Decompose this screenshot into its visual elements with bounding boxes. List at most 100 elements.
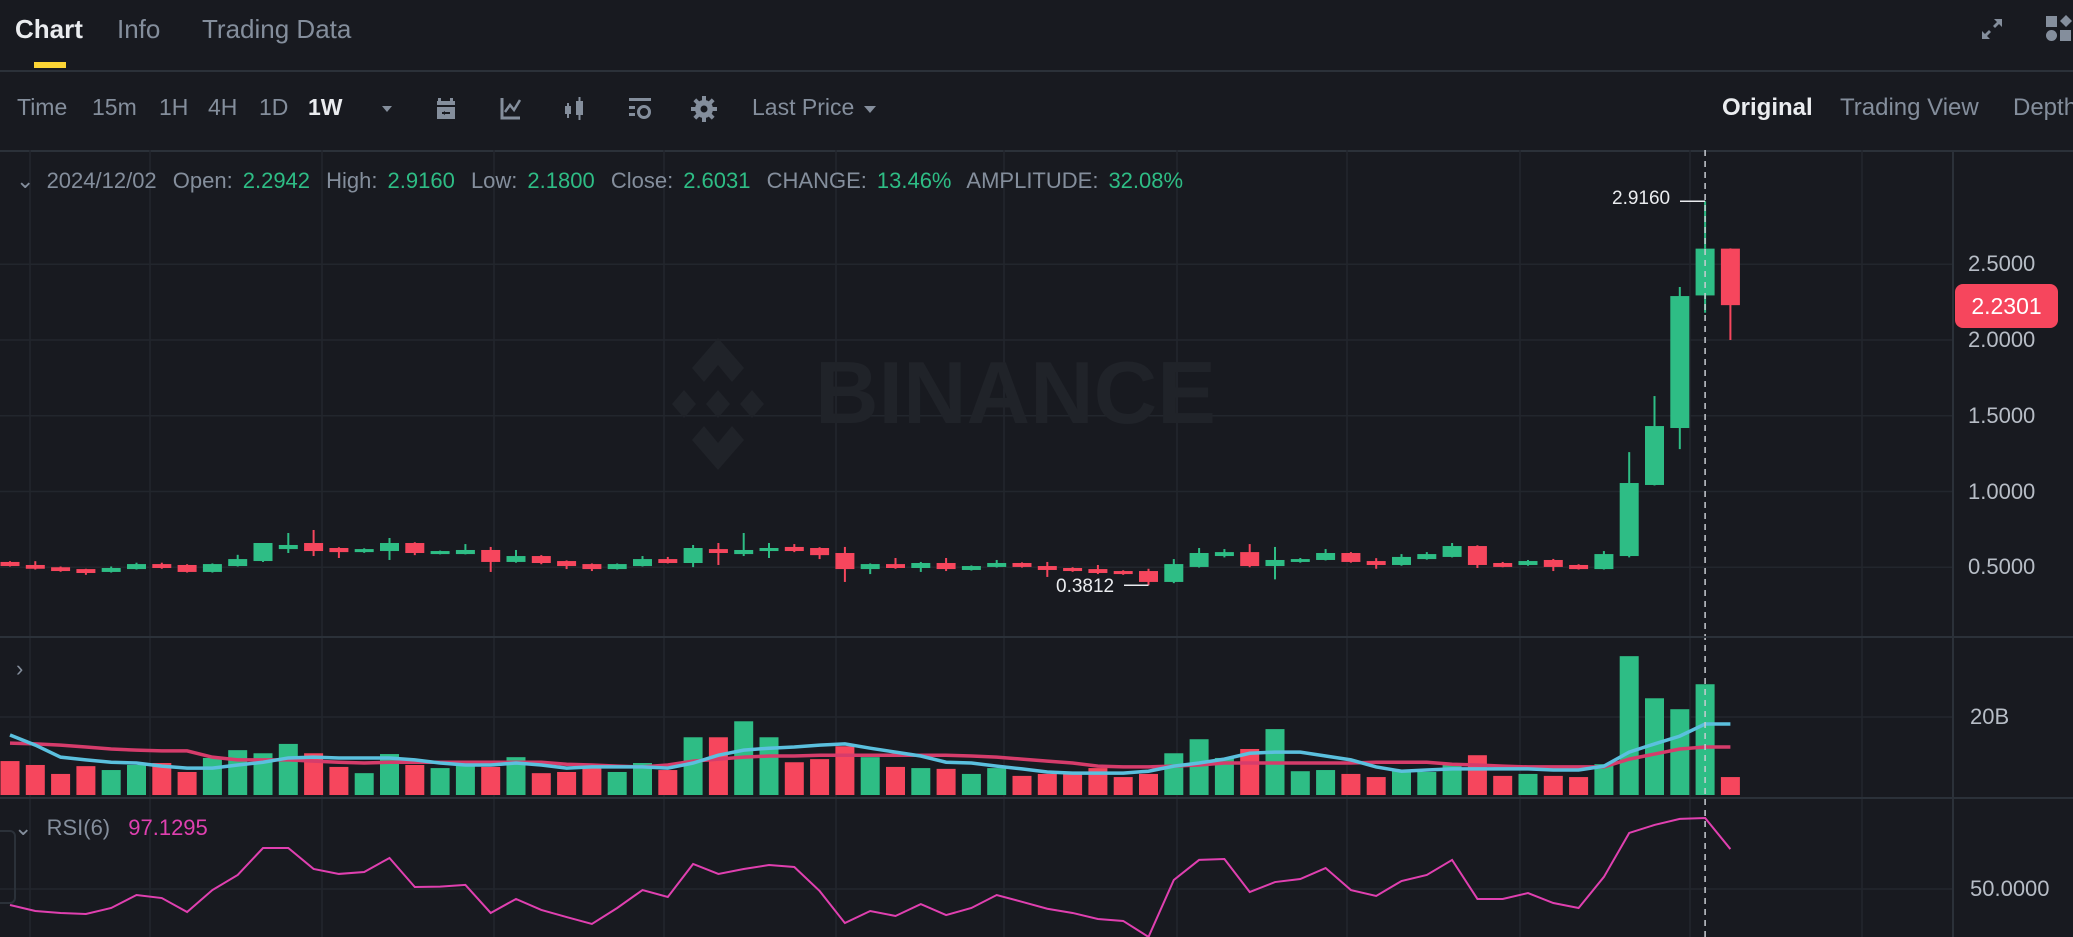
open-value: 2.2942: [242, 168, 311, 193]
volume-bar: [1366, 777, 1386, 795]
volume-bar: [1290, 771, 1310, 795]
volume-bar: [1493, 775, 1513, 795]
volume-bar: [987, 768, 1007, 795]
volume-bar: [51, 773, 71, 795]
volume-bar: [759, 737, 779, 795]
volume-bar: [405, 764, 425, 795]
binance-watermark: BINANCE: [672, 338, 1216, 470]
candle-body: [734, 549, 754, 555]
change-value: 13.46%: [876, 168, 952, 193]
volume-bar: [1720, 777, 1740, 795]
change-label: CHANGE:: [766, 168, 867, 193]
candle-body: [911, 563, 931, 569]
volume-bar: [1037, 773, 1057, 795]
candle-body: [506, 556, 526, 562]
candle-body: [51, 567, 71, 572]
candle-body: [1037, 566, 1057, 570]
candle-body: [961, 566, 981, 570]
candle-body: [557, 561, 577, 567]
candle-body: [1341, 553, 1361, 562]
candle-body: [658, 559, 678, 564]
rsi-legend: ⌄ RSI(6) 97.1295: [14, 815, 208, 841]
rsi-line: [9, 817, 1732, 937]
candle-body: [1720, 248, 1740, 306]
candle-body: [1493, 563, 1513, 567]
price-tick: 1.5000: [1968, 403, 2036, 428]
candle-body: [329, 548, 349, 553]
volume-bar: [860, 757, 880, 795]
candle-body: [1417, 554, 1437, 560]
candle-body: [1214, 552, 1234, 557]
volume-bar: [1392, 770, 1411, 795]
side-panel-handle[interactable]: [0, 830, 16, 904]
last-price-tag: 2.2301: [1955, 284, 2058, 328]
min-price-annotation: 0.3812: [1056, 576, 1115, 597]
candle-body: [177, 564, 197, 572]
candle-body: [1543, 559, 1563, 567]
volume-bar: [354, 773, 374, 795]
volume-bar: [1569, 777, 1589, 795]
volume-bar: [683, 737, 703, 795]
volume-bar: [127, 764, 146, 795]
candle-body: [0, 561, 20, 567]
candle-body: [860, 564, 880, 570]
rsi-value: 97.1295: [128, 815, 208, 840]
candle-date: 2024/12/02: [46, 168, 157, 193]
candle-body: [1240, 552, 1260, 567]
expand-volume-legend-icon[interactable]: ›: [16, 656, 23, 682]
price-tick: 0.5000: [1968, 554, 2036, 579]
volume-bar: [278, 743, 298, 795]
volume-bar: [961, 773, 981, 795]
candle-body: [354, 549, 374, 553]
collapse-legend-icon[interactable]: ⌄: [16, 168, 34, 193]
candle-body: [202, 564, 222, 572]
candle-body: [1645, 426, 1664, 485]
volume-bar: [1619, 656, 1639, 795]
candle-body: [1113, 571, 1133, 575]
candle-body: [1619, 483, 1639, 557]
candle-body: [253, 543, 273, 562]
watermark-text: BINANCE: [815, 343, 1216, 442]
volume-bar: [1113, 777, 1133, 795]
candle-body: [1518, 561, 1538, 565]
candle-body: [1290, 559, 1310, 562]
close-label: Close:: [610, 168, 674, 193]
volume-bar: [886, 766, 905, 795]
volume-bar: [101, 770, 121, 795]
volume-bar: [1417, 771, 1437, 795]
price-tick: 2.0000: [1968, 327, 2036, 352]
volume-bar: [202, 757, 222, 795]
candle-body: [152, 564, 172, 569]
candle-body: [1569, 564, 1589, 570]
open-label: Open:: [172, 168, 233, 193]
volume-bar: [557, 771, 577, 795]
candle-body: [127, 564, 146, 570]
candle-body: [25, 564, 45, 569]
rsi-label: RSI(6): [46, 815, 111, 840]
candle-body: [1265, 559, 1285, 567]
volume-bar: [481, 766, 501, 795]
price-chart[interactable]: BINANCE: [0, 0, 2073, 937]
candle-body: [278, 544, 298, 550]
ohlc-legend: ⌄ 2024/12/02 Open: 2.2942 High: 2.9160 Low…: [16, 168, 1193, 194]
candle-body: [1012, 563, 1032, 567]
candle-body: [1316, 553, 1336, 560]
volume-bar: [936, 768, 956, 795]
candle-body: [405, 543, 425, 554]
volume-bar: [76, 766, 96, 795]
rsi-polyline: [9, 817, 1732, 937]
candle-body: [1063, 568, 1083, 572]
candle-body: [304, 543, 324, 552]
close-value: 2.6031: [683, 168, 751, 193]
collapse-rsi-icon[interactable]: ⌄: [14, 815, 32, 840]
candle-body: [481, 549, 501, 562]
candle-body: [683, 548, 703, 564]
candle-body: [607, 564, 627, 570]
volume-bar: [1467, 755, 1487, 795]
candle-body: [886, 564, 905, 569]
candle-body: [1670, 296, 1690, 429]
candle-body: [1164, 564, 1184, 582]
max-price-annotation: 2.9160: [1612, 188, 1671, 209]
low-value: 2.1800: [527, 168, 595, 193]
candle-body: [1139, 571, 1158, 582]
